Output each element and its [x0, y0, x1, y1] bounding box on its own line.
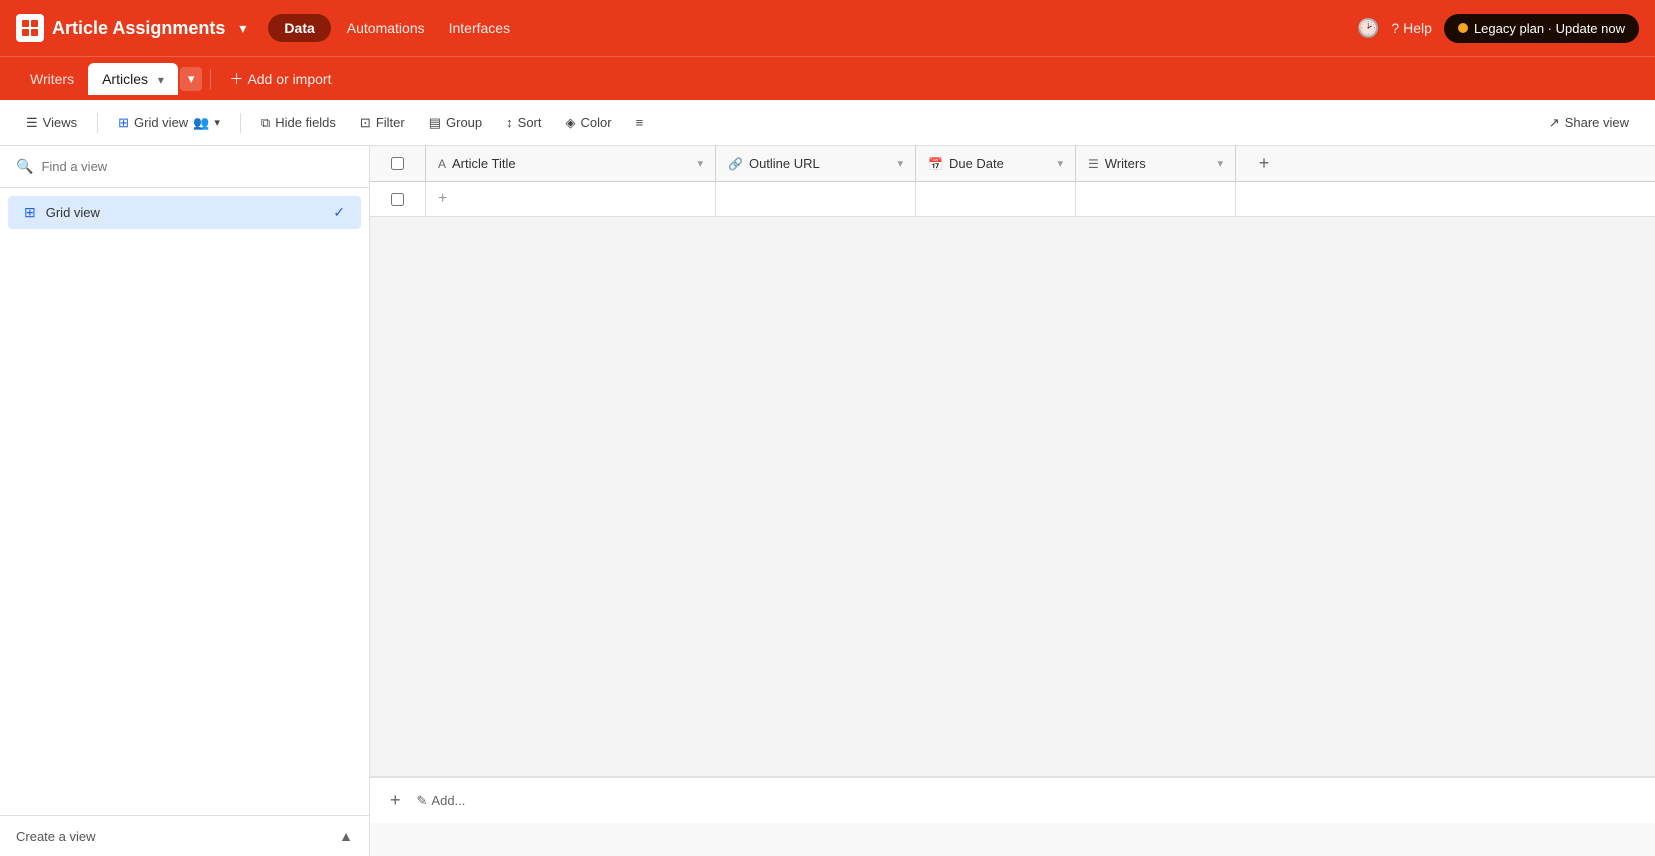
- group-icon: ▤: [429, 115, 441, 131]
- add-row-icon[interactable]: +: [438, 190, 447, 208]
- hide-fields-icon: ⧉: [261, 115, 270, 131]
- grid-view-button[interactable]: ⊞ Grid view 👥 ▾: [108, 110, 230, 136]
- tabs-bar: Writers Articles ▾ ▾ ＋ Add or import: [0, 56, 1655, 100]
- row-add-cell[interactable]: +: [426, 182, 716, 216]
- top-nav: Article Assignments ▾ Data Automations I…: [0, 0, 1655, 56]
- toolbar: ☰ Views ⊞ Grid view 👥 ▾ ⧉ Hide fields ⊡ …: [0, 100, 1655, 146]
- add-icon: ✎: [417, 793, 428, 809]
- interfaces-link[interactable]: Interfaces: [437, 14, 522, 42]
- grid-view-chevron[interactable]: ▾: [214, 116, 220, 129]
- views-icon: ☰: [26, 115, 38, 131]
- tab-articles-chevron[interactable]: ▾: [158, 73, 164, 87]
- row-writers-cell: [1076, 182, 1236, 216]
- sort-icon: ↕: [506, 115, 513, 130]
- date-field-icon: 📅: [928, 157, 943, 171]
- empty-table-body: [370, 217, 1655, 777]
- automations-link[interactable]: Automations: [335, 14, 437, 42]
- header-writers[interactable]: ☰ Writers ▾: [1076, 146, 1236, 181]
- help-circle-icon: ?: [1391, 20, 1399, 36]
- header-due-date[interactable]: 📅 Due Date ▾: [916, 146, 1076, 181]
- sidebar-item-grid-view[interactable]: ⊞ Grid view ✓: [8, 196, 361, 229]
- writers-dropdown-icon[interactable]: ▾: [1217, 157, 1223, 170]
- sort-button[interactable]: ↕ Sort: [496, 110, 551, 135]
- search-view-input[interactable]: [41, 159, 353, 174]
- text-field-icon: A: [438, 157, 446, 171]
- views-button[interactable]: ☰ Views: [16, 110, 87, 136]
- tab-writers[interactable]: Writers: [16, 63, 88, 95]
- app-title-chevron[interactable]: ▾: [233, 18, 252, 39]
- table-header: A Article Title ▾ 🔗 Outline URL ▾ 📅 Due …: [370, 146, 1655, 182]
- sidebar-views-list: ⊞ Grid view ✓: [0, 188, 369, 815]
- legacy-plan-button[interactable]: Legacy plan · Update now: [1444, 14, 1639, 43]
- add-or-import-button[interactable]: ＋ Add or import: [219, 63, 341, 95]
- url-field-icon: 🔗: [728, 157, 743, 171]
- table-row-add: +: [370, 182, 1655, 217]
- row-outline-cell: [716, 182, 916, 216]
- select-all-checkbox[interactable]: [391, 157, 404, 170]
- create-view-row[interactable]: Create a view ▲: [16, 828, 353, 844]
- search-icon: 🔍: [16, 158, 33, 175]
- sidebar: 🔍 ⊞ Grid view ✓ Create a view ▲: [0, 146, 370, 856]
- outline-url-dropdown-icon[interactable]: ▾: [897, 157, 903, 170]
- article-title-dropdown-icon[interactable]: ▾: [697, 157, 703, 170]
- app-logo: Article Assignments ▾: [16, 14, 252, 42]
- filter-button[interactable]: ⊡ Filter: [350, 110, 415, 136]
- filter-icon: ⊡: [360, 115, 371, 131]
- logo-icon: [16, 14, 44, 42]
- row-height-icon: ≡: [636, 115, 644, 130]
- add-field-button[interactable]: +: [1236, 146, 1292, 181]
- table-bottom-bar: + ✎ Add...: [370, 777, 1655, 823]
- tab-articles[interactable]: Articles ▾: [88, 63, 178, 95]
- row-checkbox[interactable]: [391, 193, 404, 206]
- nav-right: 🕑 ? Help Legacy plan · Update now: [1357, 14, 1639, 43]
- hide-fields-button[interactable]: ⧉ Hide fields: [251, 110, 346, 136]
- search-wrap: 🔍: [16, 158, 353, 175]
- table-wrap: A Article Title ▾ 🔗 Outline URL ▾ 📅 Due …: [370, 146, 1655, 777]
- header-checkbox-cell: [370, 146, 426, 181]
- header-article-title[interactable]: A Article Title ▾: [426, 146, 716, 181]
- group-button[interactable]: ▤ Group: [419, 110, 492, 136]
- toolbar-divider-1: [97, 113, 98, 133]
- header-outline-url[interactable]: 🔗 Outline URL ▾: [716, 146, 916, 181]
- row-duedate-cell: [916, 182, 1076, 216]
- app-title: Article Assignments: [52, 18, 225, 39]
- help-button[interactable]: ? Help: [1391, 20, 1432, 36]
- linked-field-icon: ☰: [1088, 157, 1099, 171]
- grid-icon: ⊞: [118, 115, 129, 131]
- legacy-dot-icon: [1458, 23, 1468, 33]
- history-button[interactable]: 🕑: [1357, 18, 1379, 39]
- sidebar-footer: Create a view ▲: [0, 815, 369, 856]
- plus-icon: ＋: [229, 69, 243, 89]
- main-area: 🔍 ⊞ Grid view ✓ Create a view ▲: [0, 146, 1655, 856]
- share-icon: ↗: [1549, 115, 1560, 131]
- due-date-dropdown-icon[interactable]: ▾: [1057, 157, 1063, 170]
- grid-view-icon: ⊞: [24, 204, 36, 221]
- table-area: A Article Title ▾ 🔗 Outline URL ▾ 📅 Due …: [370, 146, 1655, 856]
- tabs-divider: [210, 69, 211, 89]
- row-checkbox-cell: [370, 182, 426, 216]
- color-button[interactable]: ◈ Color: [556, 110, 622, 136]
- share-view-button[interactable]: ↗ Share view: [1539, 110, 1639, 136]
- grid-view-people-icon: 👥: [193, 115, 209, 131]
- add-text-button[interactable]: ✎ Add...: [417, 793, 466, 809]
- color-icon: ◈: [566, 115, 576, 131]
- toolbar-divider-2: [240, 113, 241, 133]
- active-check-icon: ✓: [333, 204, 345, 221]
- sidebar-search-area: 🔍: [0, 146, 369, 188]
- create-view-chevron-icon: ▲: [339, 828, 353, 844]
- row-height-button[interactable]: ≡: [626, 110, 654, 135]
- data-button[interactable]: Data: [268, 14, 330, 42]
- tab-dropdown-btn[interactable]: ▾: [180, 67, 203, 91]
- add-row-button[interactable]: +: [382, 786, 409, 815]
